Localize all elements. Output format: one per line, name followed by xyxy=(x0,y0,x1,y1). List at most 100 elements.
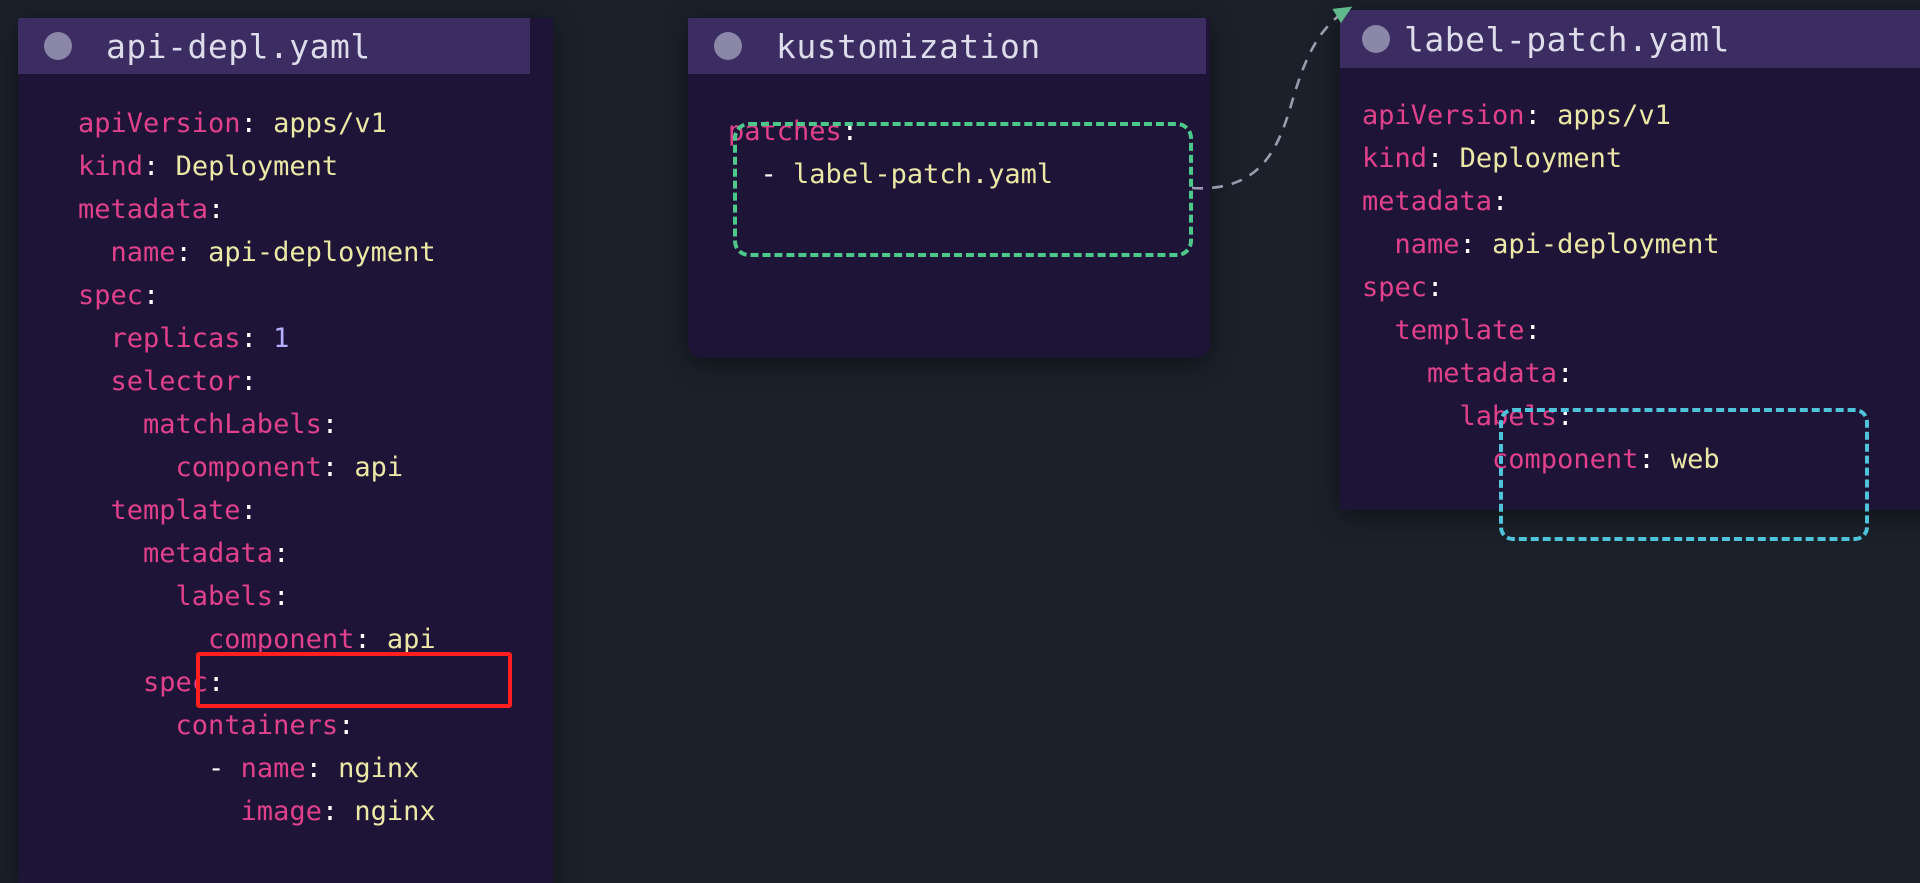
code-token: : xyxy=(841,116,859,147)
code-token: : xyxy=(1427,143,1444,174)
code-token: api xyxy=(386,624,436,655)
panel-label-patch-body: apiVersion: apps/v1 kind: Deployment metad… xyxy=(1340,68,1920,481)
window-dot-icon xyxy=(714,32,742,60)
code-token: - xyxy=(760,159,777,190)
code-token: 1 xyxy=(273,323,290,354)
code-token: metadata xyxy=(1362,186,1493,217)
code-token: api-deployment xyxy=(1492,229,1720,260)
code-token: api xyxy=(354,452,404,483)
code-line: spec: xyxy=(78,661,553,704)
code-token: template xyxy=(78,495,241,526)
code-line: component: web xyxy=(1362,438,1920,481)
code-token: component xyxy=(1362,444,1639,475)
code-token: name xyxy=(1362,229,1460,260)
code-token: : xyxy=(208,194,225,225)
code-token: : xyxy=(273,538,290,569)
code-line: labels: xyxy=(1362,395,1920,438)
code-token: : xyxy=(321,796,339,827)
code-line: name: api-deployment xyxy=(78,231,553,274)
code-token: : xyxy=(354,624,371,655)
code-line: selector: xyxy=(78,360,553,403)
code-token: Deployment xyxy=(1459,143,1623,174)
code-token: metadata xyxy=(78,194,209,225)
code-token: : xyxy=(240,366,257,397)
code-token: Deployment xyxy=(175,151,339,182)
code-token: : xyxy=(143,151,160,182)
code-token: : xyxy=(240,323,257,354)
code-token: nginx xyxy=(338,753,420,784)
code-token: : xyxy=(321,452,339,483)
code-line: metadata: xyxy=(78,532,553,575)
code-token: : xyxy=(1492,186,1509,217)
code-token: apiVersion xyxy=(1362,100,1525,131)
code-token: matchLabels xyxy=(78,409,322,440)
code-block-kustomization: patches: - label-patch.yaml xyxy=(728,110,1210,196)
code-line: spec: xyxy=(1362,266,1920,309)
code-line: containers: xyxy=(78,704,553,747)
code-token: apps/v1 xyxy=(273,108,387,139)
code-token: : xyxy=(1524,100,1541,131)
code-token: : xyxy=(305,753,322,784)
code-token: : xyxy=(1524,315,1541,346)
code-token: labels xyxy=(1362,401,1558,432)
code-token: kind xyxy=(78,151,144,182)
panel-kustomization-titlebar: kustomization xyxy=(688,18,1206,74)
code-block-label-patch: apiVersion: apps/v1 kind: Deployment metad… xyxy=(1362,94,1920,481)
code-token: : xyxy=(321,409,339,440)
panel-api-depl-title: api-depl.yaml xyxy=(106,26,371,66)
code-token: name xyxy=(78,237,176,268)
code-block-api-depl: apiVersion: apps/v1 kind: Deployment metad… xyxy=(78,102,553,833)
code-token: : xyxy=(1459,229,1476,260)
code-token: : xyxy=(175,237,192,268)
code-line: apiVersion: apps/v1 xyxy=(78,102,553,145)
code-line: kind: Deployment xyxy=(78,145,553,188)
code-line: metadata: xyxy=(1362,352,1920,395)
code-line: name: api-deployment xyxy=(1362,223,1920,266)
code-token: image xyxy=(78,796,322,827)
code-token: nginx xyxy=(354,796,436,827)
code-line: metadata: xyxy=(78,188,553,231)
code-line: component: api xyxy=(78,618,553,661)
code-token: apiVersion xyxy=(78,108,241,139)
code-token: selector xyxy=(78,366,241,397)
code-line: image: nginx xyxy=(78,790,553,833)
diagram-canvas: api-depl.yaml apiVersion: apps/v1 kind: D… xyxy=(0,0,1920,883)
panel-label-patch: label-patch.yaml apiVersion: apps/v1 kind… xyxy=(1340,10,1920,510)
panel-label-patch-titlebar: label-patch.yaml xyxy=(1340,10,1920,68)
code-token: component xyxy=(78,624,355,655)
code-line: component: api xyxy=(78,446,553,489)
code-token: : xyxy=(208,667,225,698)
code-token: : xyxy=(338,710,355,741)
code-token: : xyxy=(1557,358,1574,389)
code-line: patches: xyxy=(728,110,1210,153)
window-dot-icon xyxy=(44,32,72,60)
code-line: apiVersion: apps/v1 xyxy=(1362,94,1920,137)
code-line: labels: xyxy=(78,575,553,618)
code-token: spec xyxy=(78,280,144,311)
code-token: name xyxy=(240,753,306,784)
code-line: matchLabels: xyxy=(78,403,553,446)
code-token: kind xyxy=(1362,143,1428,174)
code-token: : xyxy=(1638,444,1655,475)
code-token: spec xyxy=(78,667,209,698)
code-token: component xyxy=(78,452,322,483)
panel-kustomization: kustomization patches: - label-patch.yam… xyxy=(688,18,1210,358)
code-line: metadata: xyxy=(1362,180,1920,223)
code-token: : xyxy=(1427,272,1444,303)
code-token: : xyxy=(240,108,257,139)
code-token: : xyxy=(240,495,257,526)
